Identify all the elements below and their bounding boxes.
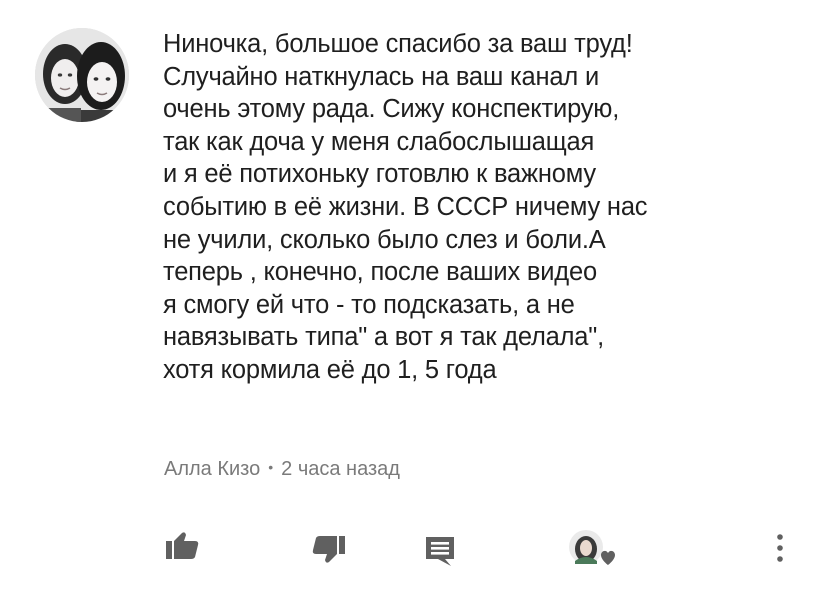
dislike-button[interactable] — [309, 530, 349, 570]
meta-separator: • — [268, 459, 274, 475]
more-options-button[interactable] — [770, 530, 790, 570]
author-name[interactable]: Алла Кизо — [164, 458, 260, 480]
thumbs-down-icon — [312, 536, 345, 563]
comment-line: теперь , конечно, после ваших видео — [163, 258, 597, 287]
comment-line: очень этому рада. Сижу конспектирую, — [163, 95, 620, 124]
like-button[interactable] — [162, 527, 202, 567]
comment-line: не учили, сколько было слез и боли.А — [163, 225, 606, 254]
creator-heart-icon — [569, 530, 615, 565]
reply-button[interactable] — [423, 534, 457, 568]
comment-line: событию в её жизни. В СССР ничему нас — [163, 192, 648, 221]
creator-heart-badge — [566, 527, 626, 573]
reply-icon — [426, 537, 454, 566]
comment-meta: Алла Кизо • 2 часа назад — [164, 458, 400, 481]
comment-line: и я её потихоньку готовлю к важному — [163, 160, 596, 189]
comment-line: так как доча у меня слабослышащая — [163, 127, 595, 156]
thumbs-up-icon — [166, 532, 199, 559]
comment-text: Ниночка, большое спасибо за ваш труд! Сл… — [163, 28, 803, 387]
comment-line: Ниночка, большое спасибо за ваш труд! — [163, 30, 633, 58]
comment-time: 2 часа назад — [281, 458, 400, 480]
more-vertical-icon — [777, 534, 783, 562]
comment-line: я смогу ей что - то подсказать, а не — [163, 290, 575, 319]
comment-line: хотя кормила её до 1, 5 года — [163, 355, 497, 384]
author-avatar[interactable] — [35, 28, 129, 122]
comment-card: Ниночка, большое спасибо за ваш труд! Сл… — [0, 0, 823, 600]
comment-line: Случайно наткнулась на ваш канал и — [163, 62, 600, 91]
comment-line: навязывать типа" а вот я так делала", — [163, 323, 605, 352]
